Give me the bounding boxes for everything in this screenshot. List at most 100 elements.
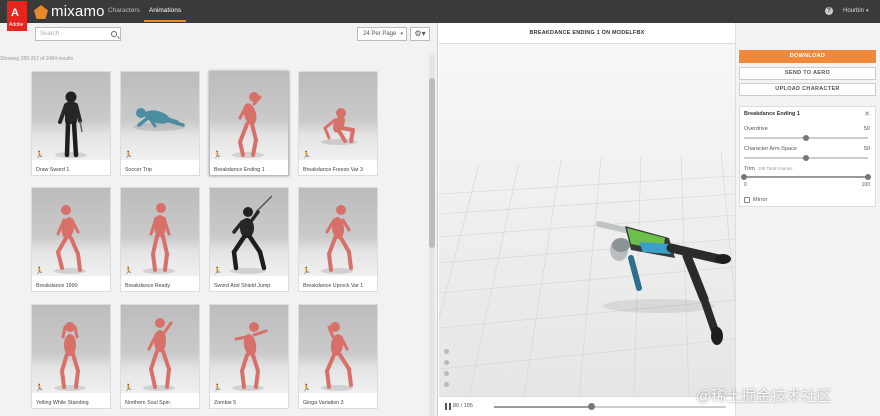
timeline-handle[interactable]: [587, 403, 595, 410]
animation-thumbnail: [32, 188, 110, 276]
animation-card[interactable]: 🏃 Northern Soul Spin: [120, 304, 200, 409]
download-button[interactable]: DOWNLOAD: [739, 50, 876, 63]
animation-thumbnail: [121, 72, 199, 160]
pause-icon[interactable]: [445, 403, 451, 410]
trim-min-label: 0: [744, 182, 747, 188]
trim-label-text: Trim: [744, 166, 755, 172]
active-tab-indicator: [144, 20, 186, 22]
overdrive-value: 50: [863, 126, 870, 132]
animation-card-label: Breakdance Freeze Var 3: [303, 167, 363, 173]
animation-card[interactable]: 🏃 Ginga Variation 3: [298, 304, 378, 409]
arm-space-label: Character Arm-Space: [744, 146, 797, 152]
mirror-checkbox[interactable]: [744, 197, 750, 203]
running-figure-icon: 🏃: [35, 268, 44, 275]
animation-thumbnail: [121, 305, 199, 393]
animation-card-label: Breakdance 1990: [36, 283, 78, 289]
animation-card-label: Sword And Shield Jump: [214, 283, 271, 289]
playback-bar: 86 / 195: [439, 396, 735, 416]
zoom-in-icon[interactable]: [444, 349, 449, 354]
trim-label: Trim 195 Total Frames: [744, 166, 792, 172]
animation-card[interactable]: 🏃 Breakdance Uprock Var 1: [298, 187, 378, 292]
list-scrollbar-thumb[interactable]: [429, 78, 435, 248]
arm-space-slider-handle[interactable]: [803, 155, 809, 161]
running-figure-icon: 🏃: [124, 385, 133, 392]
animation-card-label: Breakdance Ready: [125, 283, 171, 289]
animation-card-label: Soccer Trip: [125, 167, 152, 173]
mirror-label: Mirror: [753, 197, 768, 203]
arm-space-slider[interactable]: [744, 155, 868, 161]
zoom-out-icon[interactable]: [444, 360, 449, 365]
settings-dropdown-button[interactable]: ⚙▾: [410, 27, 430, 41]
animation-thumbnail: [32, 305, 110, 393]
trim-range-slider[interactable]: [741, 174, 871, 180]
animation-card-label: Northern Soul Spin: [125, 400, 170, 406]
animation-settings: Breakdance Ending 1 ✕ Overdrive 50 Chara…: [739, 106, 876, 207]
adobe-mark: A: [11, 7, 19, 19]
help-icon[interactable]: ?: [825, 7, 833, 15]
send-to-aero-button[interactable]: SEND TO AERO: [739, 67, 876, 80]
trim-end-handle[interactable]: [865, 174, 871, 180]
timeline-slider[interactable]: [494, 403, 726, 410]
animation-thumbnail: [299, 305, 377, 393]
reset-view-icon[interactable]: [444, 382, 449, 387]
animation-card-label: Zombie 5: [214, 400, 237, 406]
search-input[interactable]: Search: [35, 27, 121, 41]
3d-viewport[interactable]: [439, 44, 735, 396]
adobe-logo[interactable]: A Adobe: [7, 1, 27, 31]
per-page-select[interactable]: 24 Per Page ▾: [357, 27, 407, 41]
animation-card[interactable]: 🏃 Zombie 5: [209, 304, 289, 409]
running-figure-icon: 🏃: [124, 268, 133, 275]
mixamo-logo-icon[interactable]: [34, 5, 48, 19]
overdrive-slider[interactable]: [744, 135, 868, 141]
trim-start-handle[interactable]: [741, 174, 747, 180]
trim-max-label: 100: [861, 182, 870, 188]
tab-animations[interactable]: Animations: [149, 7, 181, 14]
animation-card[interactable]: 🏃 Soccer Trip: [120, 71, 200, 176]
rotate-icon[interactable]: [444, 371, 449, 376]
animation-thumbnail: [32, 72, 110, 160]
viewport-tools: [444, 349, 449, 393]
upload-character-button[interactable]: UPLOAD CHARACTER: [739, 83, 876, 96]
running-figure-icon: 🏃: [302, 385, 311, 392]
viewer-title: BREAKDANCE ENDING 1 ON MODELFBX: [439, 23, 735, 44]
settings-title: Breakdance Ending 1: [744, 111, 800, 117]
top-bar: A Adobe mixamo Characters Animations ? H…: [0, 0, 880, 31]
overdrive-label: Overdrive: [744, 126, 768, 132]
search-icon[interactable]: [111, 31, 117, 37]
trim-total-frames: 195 Total Frames: [757, 166, 793, 171]
animation-viewer: BREAKDANCE ENDING 1 ON MODELFBX 86 / 195: [439, 23, 735, 416]
running-figure-icon: 🏃: [302, 152, 311, 159]
results-count: Showing 289-312 of 2484 results: [0, 56, 74, 62]
watermark: @稀土掘金技术社区: [696, 388, 832, 405]
mixamo-logo-text[interactable]: mixamo: [51, 3, 105, 20]
animation-thumbnail: [210, 305, 288, 393]
viewport-scene: [439, 151, 735, 396]
animation-card-label: Yelling While Standing: [36, 400, 89, 406]
animation-card[interactable]: 🏃 Breakdance Ending 1: [209, 71, 289, 176]
tab-characters[interactable]: Characters: [108, 7, 140, 14]
per-page-value: 24 Per Page: [363, 31, 397, 37]
animation-card[interactable]: 🏃 Draw Sword 1: [31, 71, 111, 176]
overdrive-slider-handle[interactable]: [803, 135, 809, 141]
animation-thumbnail: [299, 72, 377, 160]
search-placeholder: Search: [40, 31, 60, 37]
running-figure-icon: 🏃: [35, 152, 44, 159]
animation-thumbnail: [121, 188, 199, 276]
animation-card[interactable]: 🏃 Breakdance Freeze Var 3: [298, 71, 378, 176]
close-icon[interactable]: ✕: [864, 110, 870, 118]
right-panel: DOWNLOAD SEND TO AERO UPLOAD CHARACTER B…: [735, 23, 880, 416]
arm-space-value: 50: [863, 146, 870, 152]
animation-card-label: Breakdance Uprock Var 1: [303, 283, 364, 289]
animation-card[interactable]: 🏃 Breakdance 1990: [31, 187, 111, 292]
list-scrollbar[interactable]: [429, 53, 435, 416]
animation-card-label: Draw Sword 1: [36, 167, 70, 173]
animation-card-label: Breakdance Ending 1: [214, 167, 265, 173]
animation-card[interactable]: 🏃 Breakdance Ready: [120, 187, 200, 292]
animation-thumbnail: [210, 72, 288, 160]
animation-card[interactable]: 🏃 Sword And Shield Jump: [209, 187, 289, 292]
user-menu[interactable]: Hourbin: [843, 8, 864, 14]
chevron-down-icon[interactable]: ▾: [866, 8, 869, 14]
animation-card[interactable]: 🏃 Yelling While Standing: [31, 304, 111, 409]
chevron-down-icon: ▾: [400, 31, 403, 37]
animation-thumbnail: [299, 188, 377, 276]
